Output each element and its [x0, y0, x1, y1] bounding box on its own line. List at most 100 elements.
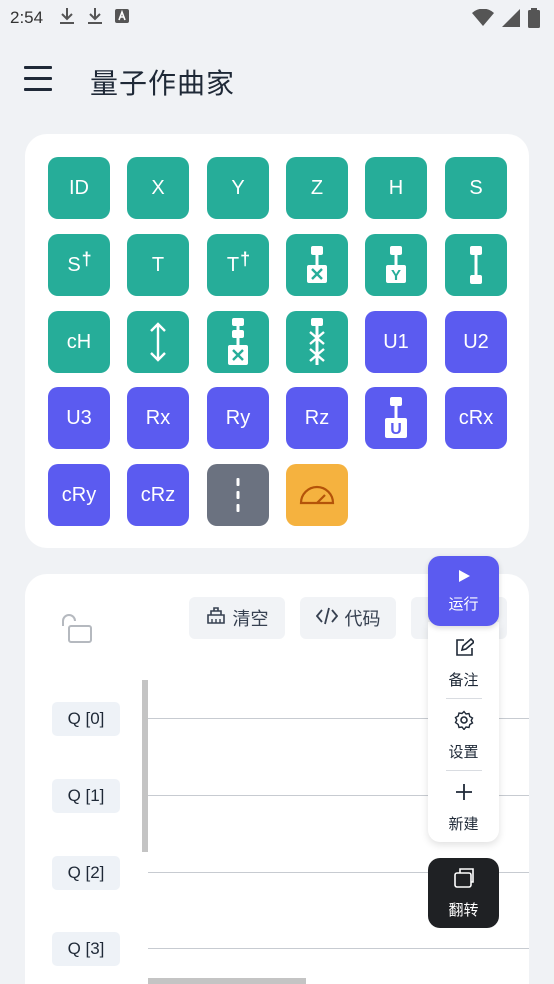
edit-icon — [454, 637, 475, 662]
clear-label: 清空 — [232, 609, 269, 629]
gate-label: T — [226, 253, 240, 276]
gate-label: X — [151, 176, 165, 199]
gate-button[interactable]: H — [365, 157, 427, 219]
code-button[interactable]: 代码 — [300, 597, 396, 639]
measure-icon — [298, 484, 336, 506]
new-button[interactable]: 新建 — [428, 772, 499, 844]
qubit-label: Q [2] — [52, 856, 120, 890]
gate-button[interactable]: U3 — [48, 387, 110, 449]
divider — [446, 770, 482, 771]
gate-button[interactable]: S † — [48, 234, 110, 296]
gate-label: S — [67, 253, 81, 276]
cz-icon — [464, 245, 488, 285]
cy-icon: Y — [384, 245, 408, 285]
download-icon — [59, 7, 75, 30]
gate-button[interactable]: T † — [207, 234, 269, 296]
gate-button[interactable]: X — [127, 157, 189, 219]
gate-button[interactable]: U1 — [365, 311, 427, 373]
gate-button[interactable] — [286, 464, 348, 526]
gate-button[interactable]: Y — [365, 234, 427, 296]
flip-button[interactable]: 翻转 — [428, 858, 499, 928]
gate-button[interactable]: Rz — [286, 387, 348, 449]
gate-button[interactable] — [207, 464, 269, 526]
gate-button[interactable]: cRx — [445, 387, 507, 449]
dagger-mark: † — [81, 248, 92, 269]
note-label: 备注 — [448, 672, 479, 689]
vertical-scrollbar[interactable] — [142, 680, 148, 852]
wifi-icon — [472, 8, 494, 32]
gate-button[interactable]: Z — [286, 157, 348, 219]
gate-label: cRy — [61, 483, 97, 506]
status-time: 2:54 — [10, 8, 44, 27]
barrier-icon — [235, 477, 241, 513]
gate-button[interactable]: S — [445, 157, 507, 219]
battery-icon — [528, 8, 540, 33]
gear-icon — [454, 710, 474, 734]
gate-label: Rx — [145, 406, 171, 429]
run-label: 运行 — [448, 595, 479, 613]
divider — [446, 698, 482, 699]
gate-label: cRz — [140, 483, 176, 506]
gate-label: Z — [310, 176, 324, 199]
broom-icon — [206, 606, 226, 630]
gate-button[interactable]: Y — [207, 157, 269, 219]
svg-text:U: U — [390, 421, 402, 438]
gate-label: Ry — [225, 406, 251, 429]
signal-icon — [502, 9, 520, 32]
qubit-label: Q [3] — [52, 932, 120, 966]
gate-label: cH — [66, 330, 92, 353]
menu-icon[interactable] — [24, 66, 54, 92]
flip-icon — [452, 866, 476, 894]
play-icon — [457, 569, 471, 587]
gate-button[interactable]: U2 — [445, 311, 507, 373]
gate-button[interactable] — [445, 234, 507, 296]
code-icon — [315, 607, 338, 630]
fab-menu: 备注 设置 新建 — [428, 622, 499, 842]
code-label: 代码 — [344, 609, 381, 629]
run-button[interactable]: 运行 — [428, 556, 499, 626]
gate-button[interactable]: cRz — [127, 464, 189, 526]
gate-button[interactable]: Ry — [207, 387, 269, 449]
app-bar: 量子作曲家 — [0, 48, 554, 110]
dagger-mark: † — [240, 248, 251, 269]
plus-icon — [454, 782, 474, 806]
gate-label: U3 — [66, 406, 92, 429]
gate-button[interactable] — [286, 234, 348, 296]
swap-icon — [146, 320, 170, 364]
gate-button[interactable]: Rx — [127, 387, 189, 449]
gate-button[interactable]: cRy — [48, 464, 110, 526]
gate-button[interactable]: ID — [48, 157, 110, 219]
cx-icon — [305, 245, 329, 285]
gate-label: cRx — [458, 406, 494, 429]
unlock-icon[interactable] — [59, 612, 93, 649]
gate-label: Y — [231, 176, 245, 199]
gate-button[interactable] — [127, 311, 189, 373]
cu-icon: U — [383, 396, 409, 440]
clear-button[interactable]: 清空 — [189, 597, 285, 639]
gate-label: T — [151, 253, 165, 276]
gate-palette: ID X Y Z H S S † T T † YcH U1 U2 U3 Rx Ry Rz UcRx cRy cRz — [25, 134, 529, 548]
note-button[interactable]: 备注 — [428, 628, 499, 700]
flip-label: 翻转 — [448, 902, 479, 919]
qubit-wire[interactable] — [148, 948, 529, 949]
svg-text:Y: Y — [391, 267, 401, 284]
qubit-label: Q [0] — [52, 702, 120, 736]
new-label: 新建 — [448, 816, 479, 833]
qubit-label: Q [1] — [52, 779, 120, 813]
gate-label: Rz — [304, 406, 330, 429]
gate-button[interactable]: T — [127, 234, 189, 296]
download-icon — [87, 7, 103, 30]
gate-button[interactable]: U — [365, 387, 427, 449]
settings-button[interactable]: 设置 — [428, 700, 499, 772]
gate-button[interactable] — [286, 311, 348, 373]
settings-label: 设置 — [448, 744, 479, 761]
font-icon — [115, 8, 130, 28]
horizontal-scrollbar[interactable] — [148, 978, 306, 984]
page-title: 量子作曲家 — [90, 68, 236, 99]
gate-label: S — [469, 176, 483, 199]
gate-button[interactable] — [207, 311, 269, 373]
gate-label: U2 — [463, 330, 489, 353]
gate-label: ID — [69, 176, 89, 199]
gate-button[interactable]: cH — [48, 311, 110, 373]
gate-label: H — [388, 176, 404, 199]
